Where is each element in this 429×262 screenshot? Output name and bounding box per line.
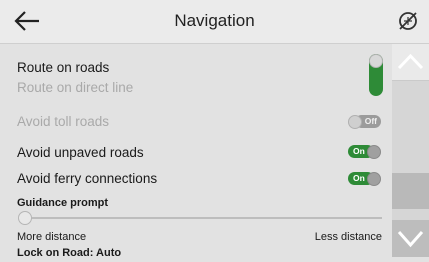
scroll-down-button[interactable] <box>392 220 429 257</box>
route-mode-switch[interactable] <box>369 54 383 96</box>
guidance-slider-handle[interactable] <box>18 211 32 225</box>
toggle-knob <box>367 144 381 159</box>
guidance-prompt-title: Guidance prompt <box>17 197 109 209</box>
route-mode-switch-knob <box>369 54 383 68</box>
toggle-knob <box>367 171 381 186</box>
scroll-up-button[interactable] <box>392 44 429 81</box>
chevron-up-icon <box>397 53 424 70</box>
avoid-ferry-connections-toggle[interactable]: On <box>348 171 381 186</box>
guidance-slider-max-label: Less distance <box>314 231 382 243</box>
guidance-slider-min-label: More distance <box>17 231 87 243</box>
avoid-toll-roads-label: Avoid toll roads <box>17 114 110 129</box>
route-on-roads-label: Route on roads <box>17 60 110 75</box>
route-on-direct-line-label: Route on direct line <box>17 80 134 95</box>
avoid-ferry-connections-label: Avoid ferry connections <box>17 171 158 186</box>
scroll-thumb[interactable] <box>392 173 429 209</box>
title-bar: Navigation <box>0 0 429 44</box>
no-gps-icon <box>399 12 417 30</box>
avoid-unpaved-roads-label: Avoid unpaved roads <box>17 145 144 160</box>
page-title: Navigation <box>174 11 255 30</box>
avoid-toll-roads-toggle[interactable]: Off <box>348 114 381 129</box>
scrollbar[interactable] <box>392 44 429 257</box>
lock-on-road-title: Lock on Road: Auto <box>17 247 122 259</box>
avoid-unpaved-roads-toggle[interactable]: On <box>348 144 381 159</box>
guidance-slider-track[interactable] <box>22 217 382 219</box>
toggle-knob <box>348 114 362 129</box>
chevron-down-icon <box>397 231 424 248</box>
